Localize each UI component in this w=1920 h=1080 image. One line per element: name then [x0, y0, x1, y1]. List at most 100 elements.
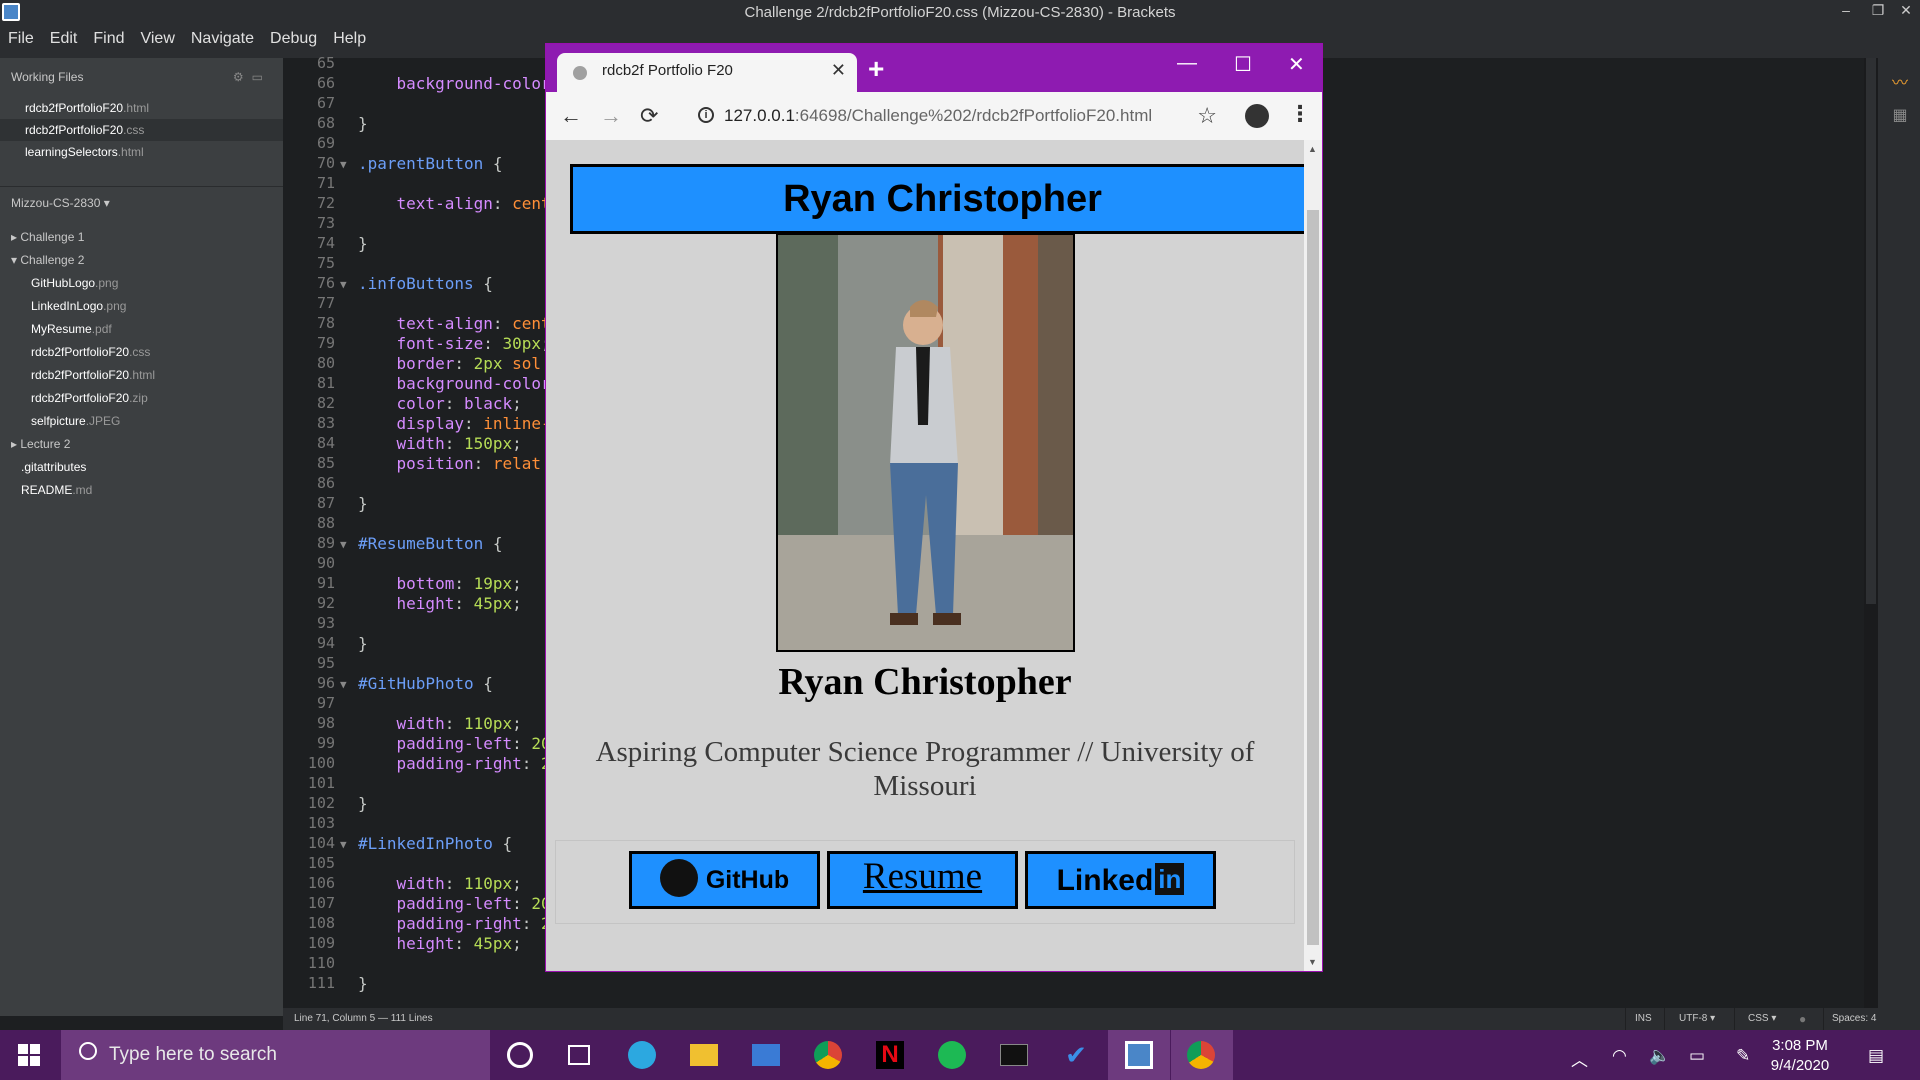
brackets-taskbar-icon[interactable]	[1125, 1041, 1153, 1069]
chrome-icon[interactable]	[814, 1041, 842, 1069]
code-line[interactable]: width: 150px;	[358, 434, 522, 453]
resume-button[interactable]: Resume	[827, 851, 1018, 909]
code-line[interactable]: }	[358, 634, 368, 653]
close-button[interactable]: ✕	[1894, 0, 1918, 26]
code-line[interactable]: #ResumeButton {	[358, 534, 503, 553]
reload-icon[interactable]: ⟳	[640, 103, 658, 129]
code-line[interactable]: width: 110px;	[358, 714, 522, 733]
tree-folder-challenge-1[interactable]: ▸ Challenge 1	[0, 226, 283, 248]
linkedin-button[interactable]: Linked in	[1025, 851, 1216, 909]
code-line[interactable]: width: 110px;	[358, 874, 522, 893]
tree-file[interactable]: README.md	[0, 479, 283, 501]
address-bar[interactable]: i 127.0.0.1:64698/Challenge%202/rdcb2fPo…	[682, 99, 1229, 133]
code-line[interactable]: text-align: cent	[358, 194, 551, 213]
fold-arrow-icon[interactable]: ▼	[340, 158, 347, 171]
fold-arrow-icon[interactable]: ▼	[340, 278, 347, 291]
project-dropdown[interactable]: Mizzou-CS-2830 ▾	[11, 196, 110, 210]
code-line[interactable]: #LinkedInPhoto {	[358, 834, 512, 853]
gear-icon[interactable]: ⚙	[233, 70, 252, 84]
notifications-icon[interactable]: ▤	[1868, 1046, 1884, 1066]
site-info-icon[interactable]: i	[698, 107, 714, 123]
code-line[interactable]: }	[358, 114, 368, 133]
menu-edit[interactable]: Edit	[42, 26, 86, 52]
taskbar-clock[interactable]: 3:08 PM 9/4/2020	[1762, 1036, 1838, 1076]
menu-view[interactable]: View	[132, 26, 182, 52]
mail-icon[interactable]	[752, 1044, 780, 1066]
fold-arrow-icon[interactable]: ▼	[340, 538, 347, 551]
extension-manager-icon[interactable]: ▦	[1891, 108, 1909, 124]
working-file-item[interactable]: learningSelectors.html	[0, 141, 283, 163]
menu-file[interactable]: File	[0, 26, 42, 52]
code-line[interactable]: height: 45px;	[358, 594, 522, 613]
task-view-icon[interactable]	[568, 1045, 590, 1065]
language-select[interactable]: CSS ▾	[1748, 1008, 1776, 1030]
code-line[interactable]: font-size: 30px;	[358, 334, 551, 353]
split-view-icon[interactable]: ▭	[252, 70, 271, 84]
netflix-icon[interactable]: N	[876, 1041, 904, 1069]
terminal-icon[interactable]	[1000, 1044, 1028, 1066]
code-line[interactable]: }	[358, 234, 368, 253]
pen-icon[interactable]: ✎	[1736, 1046, 1750, 1066]
taskbar-search[interactable]: Type here to search	[61, 1030, 490, 1080]
cortana-icon[interactable]	[507, 1042, 533, 1068]
working-file-item[interactable]: rdcb2fPortfolioF20.html	[0, 97, 283, 119]
spotify-icon[interactable]	[938, 1041, 966, 1069]
windows-start-icon[interactable]	[18, 1044, 40, 1066]
back-arrow-icon[interactable]: ←	[560, 103, 582, 129]
new-tab-button[interactable]: +	[868, 53, 884, 85]
tree-file[interactable]: LinkedInLogo.png	[0, 295, 283, 317]
tree-file[interactable]: MyResume.pdf	[0, 318, 283, 340]
lint-status-icon[interactable]: ●	[1799, 1008, 1806, 1030]
browser-minimize-button[interactable]: —	[1177, 52, 1197, 75]
code-line[interactable]: color: black;	[358, 394, 522, 413]
scroll-up-arrow-icon[interactable]: ▲	[1308, 144, 1317, 154]
code-line[interactable]: #GitHubPhoto {	[358, 674, 493, 693]
github-button[interactable]: GitHub	[629, 851, 820, 909]
profile-avatar-icon[interactable]	[1245, 104, 1269, 128]
restore-button[interactable]: ❐	[1866, 0, 1890, 26]
tree-file[interactable]: rdcb2fPortfolioF20.html	[0, 364, 283, 386]
tree-file[interactable]: .gitattributes	[0, 456, 283, 478]
url-text[interactable]: 127.0.0.1:64698/Challenge%202/rdcb2fPort…	[724, 106, 1152, 126]
tree-file[interactable]: GitHubLogo.png	[0, 272, 283, 294]
scroll-down-arrow-icon[interactable]: ▼	[1308, 957, 1317, 967]
code-line[interactable]: .infoButtons {	[358, 274, 493, 293]
insert-mode[interactable]: INS	[1635, 1008, 1652, 1030]
editor-scrollbar[interactable]	[1864, 58, 1878, 1008]
minimize-button[interactable]: –	[1834, 0, 1858, 26]
code-line[interactable]: padding-left: 20	[358, 894, 551, 913]
file-explorer-icon[interactable]	[690, 1044, 718, 1066]
encoding-select[interactable]: UTF-8 ▾	[1679, 1008, 1715, 1030]
editor-scrollbar-thumb[interactable]	[1866, 58, 1876, 604]
tree-file[interactable]: rdcb2fPortfolioF20.css	[0, 341, 283, 363]
browser-close-button[interactable]: ✕	[1288, 52, 1305, 77]
chrome-taskbar-icon[interactable]	[1187, 1041, 1215, 1069]
menu-navigate[interactable]: Navigate	[183, 26, 262, 52]
wifi-icon[interactable]: ◠	[1612, 1046, 1627, 1066]
code-line[interactable]: display: inline-	[358, 414, 551, 433]
todo-check-icon[interactable]: ✔	[1062, 1041, 1090, 1069]
battery-icon[interactable]: ▭	[1689, 1046, 1705, 1066]
browser-tab[interactable]: rdcb2f Portfolio F20 ✕	[557, 53, 857, 92]
fold-arrow-icon[interactable]: ▼	[340, 838, 347, 851]
code-line[interactable]: padding-left: 20	[358, 734, 551, 753]
code-line[interactable]: padding-right: 2	[358, 914, 551, 933]
mute-speaker-icon[interactable]: 🔈	[1649, 1046, 1670, 1066]
code-line[interactable]: position: relat	[358, 454, 542, 473]
browser-menu-icon[interactable]: ⋮	[1289, 101, 1311, 127]
tab-close-icon[interactable]: ✕	[831, 60, 846, 81]
menu-find[interactable]: Find	[85, 26, 132, 52]
code-line[interactable]: .parentButton {	[358, 154, 503, 173]
menu-debug[interactable]: Debug	[262, 26, 325, 52]
code-line[interactable]: }	[358, 494, 368, 513]
show-hidden-icons-chevron-icon[interactable]: ︿	[1571, 1046, 1588, 1071]
code-line[interactable]: }	[358, 974, 368, 993]
code-line[interactable]: height: 45px;	[358, 934, 522, 953]
page-scrollbar[interactable]: ▲ ▼	[1304, 140, 1322, 971]
code-line[interactable]: bottom: 19px;	[358, 574, 522, 593]
tree-file[interactable]: rdcb2fPortfolioF20.zip	[0, 387, 283, 409]
bookmark-star-icon[interactable]: ☆	[1197, 103, 1217, 129]
code-line[interactable]: }	[358, 794, 368, 813]
code-line[interactable]: text-align: cent	[358, 314, 551, 333]
menu-help[interactable]: Help	[325, 26, 374, 52]
